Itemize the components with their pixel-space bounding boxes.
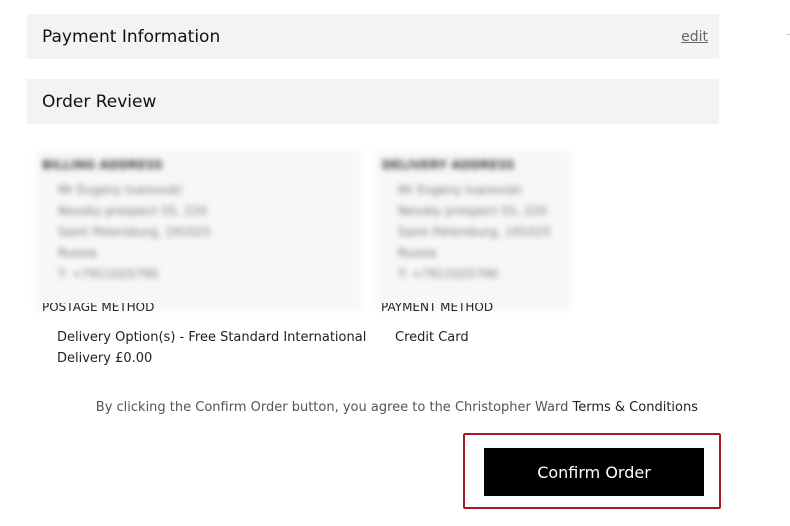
delivery-address-line: Mr Evgeny Ivanovski xyxy=(398,183,522,197)
payment-method-value: Credit Card xyxy=(395,330,469,345)
billing-address-line: Mr Evgeny Ivanovski xyxy=(58,183,182,197)
billing-address-line: Nevsky prospect 55, 220 xyxy=(58,204,207,218)
payment-information-section: Payment Information edit xyxy=(27,14,719,59)
billing-address-heading: BILLING ADDRESS xyxy=(42,158,163,172)
delivery-address-line: Nevsky prospect 55, 220 xyxy=(398,204,547,218)
billing-address-line: T: +7911025790 xyxy=(58,267,159,281)
payment-method-heading-text: PAYMENT METHOD xyxy=(381,303,494,314)
delivery-address-block: DELIVERY ADDRESS Mr Evgeny Ivanovski Nev… xyxy=(376,150,571,310)
billing-address-line: Saint Petersburg, 191025 xyxy=(58,225,211,239)
terms-consent-text: By clicking the Confirm Order button, yo… xyxy=(96,400,698,415)
delivery-address-line: T: +7911025790 xyxy=(398,267,499,281)
confirm-order-button[interactable]: Confirm Order xyxy=(484,448,704,496)
order-review-title: Order Review xyxy=(42,91,157,112)
edit-payment-link[interactable]: edit xyxy=(681,29,708,45)
payment-information-title: Payment Information xyxy=(42,26,221,47)
edge-divider xyxy=(786,34,790,35)
order-review-section: Order Review xyxy=(27,79,719,124)
postage-method-heading: POSTAGE METHOD xyxy=(42,303,172,315)
postage-method-value: Delivery Option(s) - Free Standard Inter… xyxy=(57,330,367,366)
terms-consent-sentence: By clicking the Confirm Order button, yo… xyxy=(95,400,573,415)
delivery-address-line: Saint Petersburg, 191025 xyxy=(398,225,551,239)
terms-conditions-link[interactable]: Terms & Conditions xyxy=(573,400,699,415)
delivery-address-heading: DELIVERY ADDRESS xyxy=(382,158,515,172)
billing-address-block: BILLING ADDRESS Mr Evgeny Ivanovski Nevs… xyxy=(36,150,361,310)
payment-method-heading: PAYMENT METHOD xyxy=(381,303,511,315)
postage-method-heading-text: POSTAGE METHOD xyxy=(42,303,155,314)
delivery-address-line: Russia xyxy=(398,246,437,260)
billing-address-line: Russia xyxy=(58,246,97,260)
